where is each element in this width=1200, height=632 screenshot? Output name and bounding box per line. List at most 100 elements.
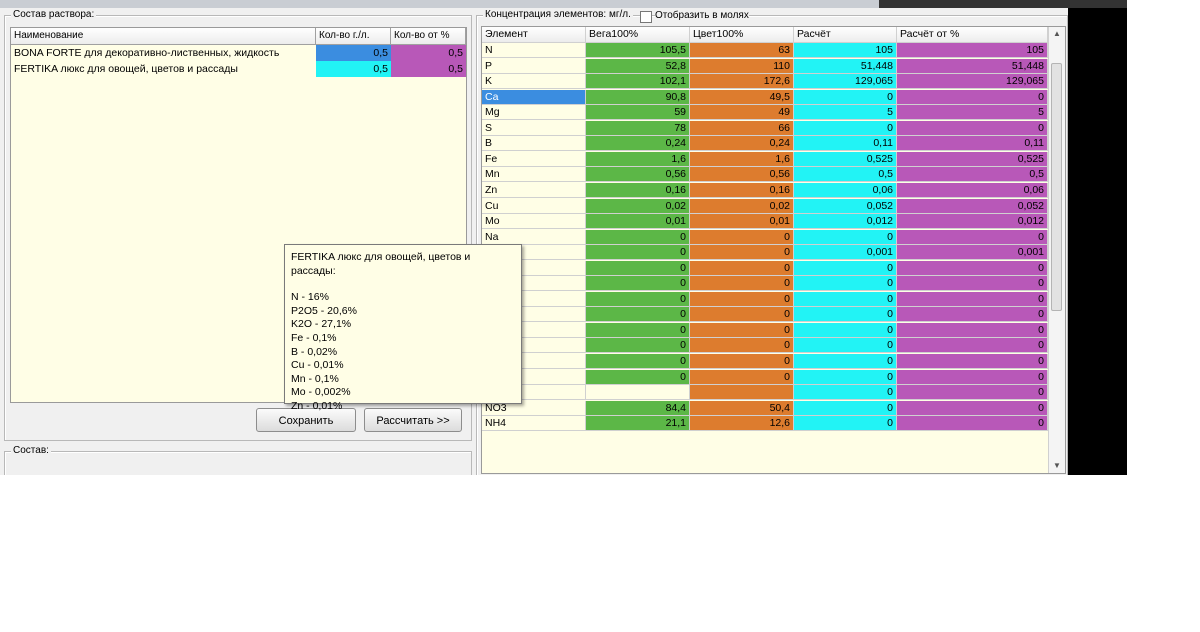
- raschet-pct-cell[interactable]: 0,001: [897, 245, 1048, 261]
- raschet-cell[interactable]: 0: [794, 369, 897, 385]
- vega-cell[interactable]: 0,24: [586, 136, 690, 152]
- element-row[interactable]: B 0,24 0,24 0,11 0,11: [482, 136, 1048, 152]
- raschet-pct-cell[interactable]: 0: [897, 354, 1048, 369]
- vega-cell[interactable]: 102,1: [586, 74, 690, 90]
- scroll-up-arrow-icon[interactable]: ▲: [1049, 27, 1065, 41]
- raschet-pct-cell[interactable]: 105: [897, 43, 1048, 58]
- raschet-pct-cell[interactable]: 0: [897, 416, 1048, 432]
- col-header-vega[interactable]: Вега100%: [586, 27, 690, 43]
- element-cell[interactable]: Fe: [482, 151, 586, 167]
- raschet-cell[interactable]: 0,052: [794, 198, 897, 214]
- raschet-cell[interactable]: 0: [794, 322, 897, 338]
- scroll-down-arrow-icon[interactable]: ▼: [1049, 459, 1065, 473]
- raschet-cell[interactable]: 51,448: [794, 58, 897, 74]
- tsvet-cell[interactable]: 0: [690, 354, 794, 369]
- element-row[interactable]: P 52,8 110 51,448 51,448: [482, 58, 1048, 74]
- solution-row-qty[interactable]: 0,5: [316, 61, 391, 77]
- raschet-cell[interactable]: 0,11: [794, 136, 897, 152]
- raschet-cell[interactable]: 0: [794, 385, 897, 401]
- tsvet-cell[interactable]: 50,4: [690, 400, 794, 416]
- col-header-tsvet[interactable]: Цвет100%: [690, 27, 794, 43]
- vega-cell[interactable]: 0: [586, 276, 690, 292]
- tsvet-cell[interactable]: 49: [690, 105, 794, 121]
- raschet-cell[interactable]: 0: [794, 291, 897, 307]
- element-row[interactable]: 00: [482, 385, 1048, 401]
- vega-cell[interactable]: 0: [586, 245, 690, 261]
- tsvet-cell[interactable]: 0: [690, 229, 794, 245]
- element-cell[interactable]: Mo: [482, 214, 586, 230]
- tsvet-cell[interactable]: 0,16: [690, 182, 794, 198]
- raschet-cell[interactable]: 0: [794, 89, 897, 105]
- raschet-pct-cell[interactable]: 0,525: [897, 151, 1048, 167]
- element-row[interactable]: 0000: [482, 354, 1048, 369]
- element-row[interactable]: 0000: [482, 322, 1048, 338]
- element-cell[interactable]: N: [482, 43, 586, 58]
- raschet-cell[interactable]: 0: [794, 229, 897, 245]
- vega-cell[interactable]: 0: [586, 354, 690, 369]
- solution-row-pct[interactable]: 0,5: [391, 45, 466, 61]
- raschet-pct-cell[interactable]: 0,052: [897, 198, 1048, 214]
- element-row[interactable]: Zn 0,16 0,16 0,06 0,06: [482, 182, 1048, 198]
- raschet-pct-cell[interactable]: 0: [897, 229, 1048, 245]
- raschet-pct-cell[interactable]: 51,448: [897, 58, 1048, 74]
- element-row[interactable]: Fe 1,6 1,6 0,525 0,525: [482, 151, 1048, 167]
- raschet-pct-cell[interactable]: 129,065: [897, 74, 1048, 90]
- tsvet-cell[interactable]: 172,6: [690, 74, 794, 90]
- tsvet-cell[interactable]: 0: [690, 338, 794, 354]
- raschet-pct-cell[interactable]: 0,11: [897, 136, 1048, 152]
- moles-checkbox-label[interactable]: Отобразить в молях: [655, 10, 749, 21]
- vega-cell[interactable]: 0: [586, 369, 690, 385]
- col-header-raschet[interactable]: Расчёт: [794, 27, 897, 43]
- vega-cell[interactable]: 90,8: [586, 89, 690, 105]
- raschet-cell[interactable]: 0,525: [794, 151, 897, 167]
- tsvet-cell[interactable]: 63: [690, 43, 794, 58]
- raschet-cell[interactable]: 0: [794, 276, 897, 292]
- vega-cell[interactable]: 105,5: [586, 43, 690, 58]
- element-cell[interactable]: Mn: [482, 167, 586, 183]
- tsvet-cell[interactable]: 0,01: [690, 214, 794, 230]
- raschet-pct-cell[interactable]: 5: [897, 105, 1048, 121]
- raschet-pct-cell[interactable]: 0: [897, 260, 1048, 276]
- element-cell[interactable]: Na: [482, 229, 586, 245]
- raschet-cell[interactable]: 0: [794, 400, 897, 416]
- raschet-cell[interactable]: 0,012: [794, 214, 897, 230]
- raschet-pct-cell[interactable]: 0: [897, 291, 1048, 307]
- raschet-cell[interactable]: 0,001: [794, 245, 897, 261]
- raschet-cell[interactable]: 0,06: [794, 182, 897, 198]
- raschet-pct-cell[interactable]: 0: [897, 385, 1048, 401]
- vega-cell[interactable]: 84,4: [586, 400, 690, 416]
- raschet-pct-cell[interactable]: 0: [897, 400, 1048, 416]
- raschet-cell[interactable]: 0: [794, 354, 897, 369]
- element-cell[interactable]: P: [482, 58, 586, 74]
- vega-cell[interactable]: 0: [586, 322, 690, 338]
- tsvet-cell[interactable]: 1,6: [690, 151, 794, 167]
- tsvet-cell[interactable]: 0,24: [690, 136, 794, 152]
- element-row[interactable]: Mn 0,56 0,56 0,5 0,5: [482, 167, 1048, 183]
- element-cell[interactable]: Ca: [482, 89, 586, 105]
- raschet-pct-cell[interactable]: 0: [897, 276, 1048, 292]
- raschet-pct-cell[interactable]: 0,5: [897, 167, 1048, 183]
- vega-cell[interactable]: 0: [586, 229, 690, 245]
- col-header-raschet-pct[interactable]: Расчёт от %: [897, 27, 1048, 43]
- tsvet-cell[interactable]: 110: [690, 58, 794, 74]
- raschet-cell[interactable]: 0: [794, 338, 897, 354]
- raschet-cell[interactable]: 0: [794, 120, 897, 136]
- element-cell[interactable]: Cu: [482, 198, 586, 214]
- scroll-thumb[interactable]: [1051, 63, 1062, 311]
- solution-row[interactable]: FERTIKA люкс для овощей, цветов и рассад…: [11, 61, 466, 77]
- raschet-cell[interactable]: 5: [794, 105, 897, 121]
- col-header-qty[interactable]: Кол-во г./л.: [316, 28, 391, 44]
- element-row[interactable]: 0000: [482, 307, 1048, 323]
- element-cell[interactable]: S: [482, 120, 586, 136]
- vega-cell[interactable]: 0,56: [586, 167, 690, 183]
- element-cell[interactable]: Mg: [482, 105, 586, 121]
- vega-cell[interactable]: 0: [586, 260, 690, 276]
- tsvet-cell[interactable]: 0,02: [690, 198, 794, 214]
- raschet-cell[interactable]: 0: [794, 416, 897, 432]
- tsvet-cell[interactable]: 0: [690, 291, 794, 307]
- element-row[interactable]: S 78 66 0 0: [482, 120, 1048, 136]
- element-cell[interactable]: B: [482, 136, 586, 152]
- raschet-pct-cell[interactable]: 0,06: [897, 182, 1048, 198]
- vega-cell[interactable]: 0,02: [586, 198, 690, 214]
- element-cell[interactable]: NH4: [482, 416, 586, 432]
